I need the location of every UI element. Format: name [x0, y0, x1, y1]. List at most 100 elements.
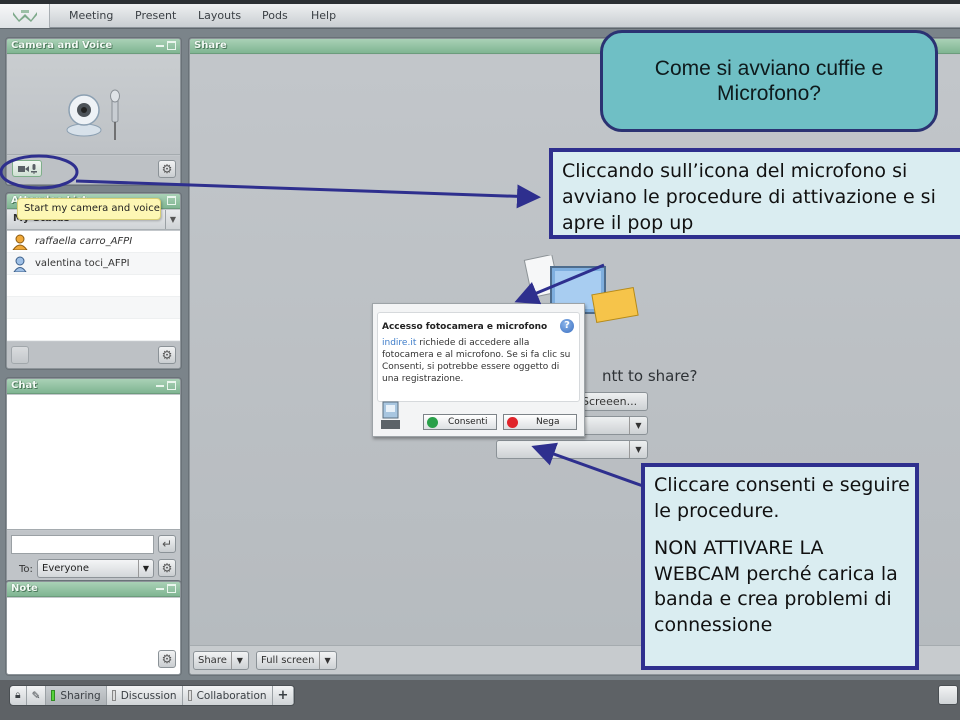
minimize-icon[interactable]: [156, 41, 164, 51]
dialog-host: indire.it: [382, 338, 417, 348]
dialog-message: indire.it richiede di accedere alla foto…: [382, 337, 578, 385]
add-layout-button[interactable]: +: [273, 686, 295, 705]
gear-icon: ⚙: [161, 561, 173, 575]
participant-avatar-icon: [13, 256, 27, 272]
start-camera-voice-button[interactable]: [12, 160, 42, 177]
minimize-icon[interactable]: [156, 381, 164, 391]
host-avatar-icon: [12, 234, 28, 250]
share-menu-label: Share: [194, 652, 232, 669]
chevron-down-icon[interactable]: ▼: [232, 652, 248, 669]
tab-label: Collaboration: [196, 689, 267, 702]
pod-title: Chat: [11, 380, 37, 391]
attendee-pod-footer: ⚙: [7, 342, 180, 368]
empty-row: [7, 319, 180, 341]
consent-instruction-callout: Cliccare consenti e seguire le procedure…: [641, 463, 919, 670]
layout-indicator-icon: [187, 690, 192, 701]
start-camera-tooltip: Start my camera and voice: [17, 198, 161, 220]
pod-title: Note: [11, 583, 38, 594]
maximize-icon[interactable]: [167, 41, 176, 50]
fullscreen-label: Full screen: [257, 652, 320, 669]
chat-message-input[interactable]: [11, 535, 154, 554]
recipient-select[interactable]: Everyone ▼: [37, 559, 154, 578]
pod-header: Chat: [7, 379, 180, 394]
gear-icon: ⚙: [161, 652, 173, 666]
attendee-name: raffaella carro_AFPI: [35, 236, 133, 247]
chat-messages: [7, 395, 180, 530]
share-menu-button[interactable]: Share ▼: [193, 651, 249, 670]
webcam-microphone-icon: [66, 89, 120, 140]
title-line-2: Microfono?: [717, 82, 821, 105]
pod-header: Camera and Voice: [7, 39, 180, 54]
menu-layouts[interactable]: Layouts: [198, 9, 241, 22]
camera-preview-area: [7, 55, 180, 155]
recipient-value: Everyone: [42, 563, 90, 574]
lock-icon: 🔒︎: [15, 689, 21, 701]
presenter-only-area-button[interactable]: [938, 685, 958, 705]
chat-options-gear-button[interactable]: ⚙: [158, 559, 176, 577]
layout-bar: 🔒︎ ✎ Sharing Discussion Collaboration +: [0, 680, 960, 720]
empty-row: [7, 297, 180, 319]
callout-text: Cliccare consenti e seguire le procedure…: [654, 474, 910, 522]
share-screen-label: Scre​een...: [582, 395, 638, 408]
pod-header: Note: [7, 582, 180, 597]
menu-help[interactable]: Help: [311, 9, 336, 22]
tab-label: Sharing: [60, 689, 101, 702]
attendee-action-button[interactable]: [11, 346, 29, 364]
allow-button[interactable]: Consenti: [423, 414, 497, 430]
camera-pod-footer: ⚙: [7, 156, 180, 184]
attendee-list: raffaella carro_AFPI valentina toci_AFPI: [7, 231, 180, 341]
gear-icon: ⚙: [161, 162, 173, 176]
tab-sharing[interactable]: Sharing: [46, 686, 107, 705]
no-entry-icon: [507, 417, 518, 428]
fullscreen-button[interactable]: Full screen ▼: [256, 651, 337, 670]
to-label: To:: [19, 564, 33, 575]
attendee-name: valentina toci_AFPI: [35, 258, 130, 269]
menu-present[interactable]: Present: [135, 9, 176, 22]
chevron-down-icon[interactable]: ▼: [320, 652, 336, 669]
callout-warning-text: NON ATTIVARE LA WEBCAM perché carica la …: [654, 537, 898, 636]
lock-button[interactable]: 🔒︎: [10, 686, 27, 705]
deny-button[interactable]: Nega: [503, 414, 577, 430]
allow-label: Consenti: [448, 417, 488, 427]
menu-meeting[interactable]: Meeting: [69, 9, 113, 22]
camera-microphone-permission-dialog: Accesso fotocamera e microfono ? indire.…: [372, 303, 585, 437]
help-icon[interactable]: ?: [560, 319, 574, 333]
share-question-text: ntt to share?: [602, 367, 698, 385]
camera-voice-pod: Camera and Voice ⚙: [6, 38, 181, 185]
chevron-down-icon: ▼: [629, 441, 647, 458]
callout-text: Cliccando sull’icona del microfono si av…: [562, 160, 936, 234]
edit-layout-button[interactable]: ✎: [27, 686, 47, 705]
maximize-icon[interactable]: [167, 196, 176, 205]
attendee-row[interactable]: raffaella carro_AFPI: [7, 231, 180, 253]
camera-options-gear-button[interactable]: ⚙: [158, 160, 176, 178]
note-pod: Note ⚙: [6, 581, 181, 675]
note-options-gear-button[interactable]: ⚙: [158, 650, 176, 668]
minimize-icon[interactable]: [156, 584, 164, 594]
microphone-instruction-callout: Cliccando sull’icona del microfono si av…: [549, 148, 960, 239]
adobe-connect-logo-icon: [13, 10, 37, 22]
tutorial-title-callout: Come si avviano cuffie e Microfono?: [600, 30, 938, 132]
menu-bar: Meeting Present Layouts Pods Help: [0, 4, 960, 28]
title-line-1: Come si avviano cuffie e: [654, 57, 884, 80]
maximize-icon[interactable]: [167, 584, 176, 593]
check-icon: [427, 417, 438, 428]
chevron-down-icon[interactable]: ▼: [165, 210, 180, 229]
tab-discussion[interactable]: Discussion: [107, 686, 183, 705]
send-message-button[interactable]: ↵: [158, 535, 176, 553]
deny-label: Nega: [536, 417, 560, 427]
dialog-title: Accesso fotocamera e microfono: [382, 322, 548, 332]
tab-collaboration[interactable]: Collaboration: [183, 686, 273, 705]
dialog-content: Accesso fotocamera e microfono ? indire.…: [377, 312, 580, 402]
chevron-down-icon: ▼: [138, 560, 153, 577]
edit-layout-icon: ✎: [31, 689, 41, 702]
attendee-row[interactable]: valentina toci_AFPI: [7, 253, 180, 275]
note-content[interactable]: ⚙: [7, 598, 180, 674]
layout-indicator-icon: [111, 690, 116, 701]
attendee-options-gear-button[interactable]: ⚙: [158, 346, 176, 364]
app-logo[interactable]: [0, 4, 50, 28]
gear-icon: ⚙: [161, 348, 173, 362]
share-whiteboard-select[interactable]: ▼: [496, 440, 648, 459]
menu-pods[interactable]: Pods: [262, 9, 288, 22]
maximize-icon[interactable]: [167, 381, 176, 390]
layout-indicator-icon: [51, 690, 56, 701]
